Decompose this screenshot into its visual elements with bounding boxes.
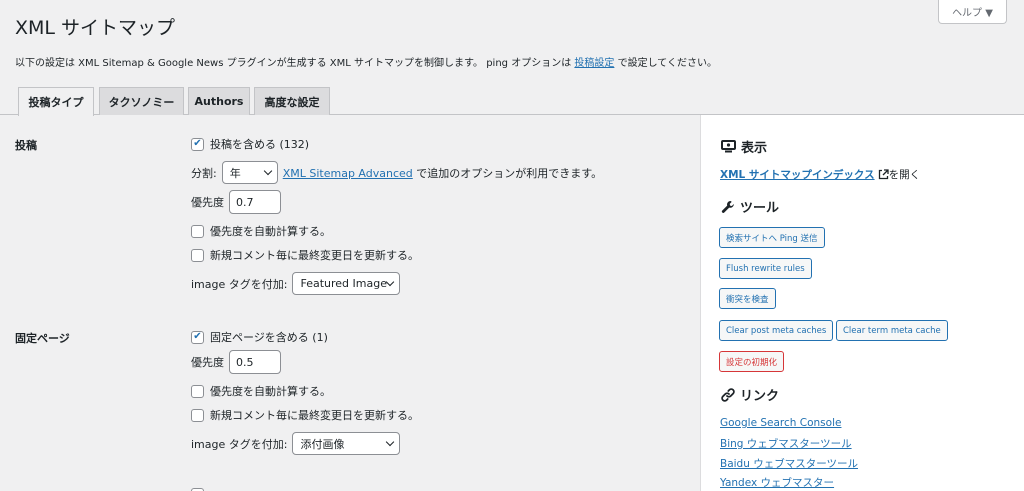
view-heading: 表示 (721, 137, 767, 156)
pages-auto-priority-row: 優先度を自動計算する。 (191, 383, 331, 399)
pages-image-tag-select[interactable]: 添付画像 (292, 432, 401, 455)
pages-include-checkbox[interactable]: ✔ (191, 330, 204, 344)
conflicts-button-label: 衝突を検査 (726, 294, 769, 305)
intro-text-after: で設定してください。 (614, 58, 717, 69)
pages-priority-input[interactable]: 0.5 (229, 350, 281, 374)
intro-text-before: 以下の設定は XML Sitemap & Google News プラグインが生… (15, 58, 575, 69)
posts-priority-row: 優先度 0.7 (191, 190, 281, 214)
pages-auto-priority-checkbox[interactable] (191, 384, 204, 398)
bing-webmaster-link[interactable]: Bing ウェブマスターツール (720, 436, 852, 451)
posts-auto-priority-row: 優先度を自動計算する。 (191, 223, 331, 239)
pages-comment-update-checkbox[interactable] (191, 408, 204, 422)
reset-settings-button[interactable]: 設定の初期化 (719, 351, 785, 372)
posts-image-tag-value: Featured Image (300, 277, 387, 290)
yandex-webmaster-link[interactable]: Yandex ウェブマスター (720, 475, 834, 490)
pages-priority-value: 0.5 (236, 355, 254, 369)
check-conflicts-button[interactable]: 衝突を検査 (719, 288, 776, 309)
pages-priority-label: 優先度 (191, 356, 224, 369)
external-link-icon (878, 169, 889, 180)
links-heading-label: リンク (740, 389, 780, 404)
posts-image-tag-row: image タグを付加: Featured Image (191, 272, 401, 295)
posts-include-label: 投稿を含める (132) (210, 138, 310, 151)
link-icon (721, 387, 735, 402)
pages-image-tag-value: 添付画像 (300, 437, 345, 451)
sitemap-index-link[interactable]: XML サイトマップインデックス (720, 167, 875, 182)
posts-section-label: 投稿 (15, 139, 37, 152)
posts-include-row: ✔ 投稿を含める (132) (191, 136, 309, 152)
display-icon (721, 140, 736, 153)
tab-post-types-label: 投稿タイプ (28, 96, 84, 109)
flush-rewrite-rules-button[interactable]: Flush rewrite rules (719, 258, 812, 279)
tab-advanced-label: 高度な設定 (264, 95, 320, 109)
tab-bar: 投稿タイプ タクソノミー Authors 高度な設定 (0, 87, 1024, 116)
sidebar: 表示 XML サイトマップインデックス を開く ツール 検索サイトへ Ping … (700, 115, 1024, 491)
sitemap-index-row: XML サイトマップインデックス を開く (720, 167, 920, 182)
pages-priority-row: 優先度 0.5 (191, 350, 281, 374)
posts-comment-update-row: 新規コメント毎に最終変更日を更新する。 (191, 247, 419, 263)
pages-comment-update-row: 新規コメント毎に最終変更日を更新する。 (191, 407, 419, 423)
ping-button-label: 検索サイトへ Ping 送信 (726, 233, 818, 244)
pages-comment-update-label: 新規コメント毎に最終変更日を更新する。 (210, 409, 419, 422)
tab-taxonomies[interactable]: タクソノミー (99, 87, 184, 115)
google-search-console-link[interactable]: Google Search Console (720, 417, 841, 429)
split-select[interactable]: 年 (221, 161, 278, 184)
split-label: 分割: (191, 166, 217, 180)
pages-auto-priority-label: 優先度を自動計算する。 (210, 385, 331, 398)
tools-heading: ツール (721, 197, 779, 216)
posts-include-checkbox[interactable]: ✔ (191, 137, 204, 151)
pages-include-label: 固定ページを含める (1) (210, 331, 328, 344)
posts-split-row: 分割: 年 XML Sitemap Advanced で追加のオプションが利用で… (191, 161, 602, 184)
posts-image-tag-select[interactable]: Featured Image (292, 272, 401, 295)
links-heading: リンク (721, 385, 779, 404)
tab-taxonomies-label: タクソノミー (108, 95, 175, 109)
chevron-down-icon (386, 437, 395, 446)
post-settings-link[interactable]: 投稿設定 (574, 58, 614, 69)
posts-image-tag-label: image タグを付加: (191, 277, 288, 291)
posts-priority-value: 0.7 (236, 195, 254, 209)
chevron-down-icon (263, 166, 272, 175)
wrench-icon (721, 200, 734, 213)
chevron-down-icon (386, 277, 395, 286)
pages-include-row: ✔ 固定ページを含める (1) (191, 329, 328, 345)
tab-authors-label: Authors (194, 95, 244, 108)
page-title: XML サイトマップ (15, 17, 176, 39)
posts-auto-priority-label: 優先度を自動計算する。 (210, 225, 331, 238)
sitemap-index-after: を開く (888, 169, 921, 181)
pages-section-label: 固定ページ (15, 332, 70, 345)
posts-auto-priority-checkbox[interactable] (191, 224, 204, 238)
reset-button-label: 設定の初期化 (726, 357, 778, 368)
help-button[interactable]: ヘルプ ▼ (938, 0, 1007, 24)
view-heading-label: 表示 (741, 141, 768, 156)
tab-authors[interactable]: Authors (188, 87, 250, 115)
tab-advanced[interactable]: 高度な設定 (254, 87, 330, 115)
baidu-webmaster-link[interactable]: Baidu ウェブマスターツール (720, 456, 858, 471)
help-label: ヘルプ ▼ (952, 8, 993, 19)
xml-sitemap-advanced-link[interactable]: XML Sitemap Advanced (283, 167, 413, 180)
posts-comment-update-label: 新規コメント毎に最終変更日を更新する。 (210, 249, 419, 262)
posts-comment-update-checkbox[interactable] (191, 248, 204, 262)
pages-image-tag-row: image タグを付加: 添付画像 (191, 432, 401, 455)
posts-priority-label: 優先度 (191, 196, 224, 209)
ping-search-engines-button[interactable]: 検索サイトへ Ping 送信 (719, 227, 825, 248)
split-value: 年 (229, 166, 241, 180)
intro-text: 以下の設定は XML Sitemap & Google News プラグインが生… (15, 54, 717, 69)
clear-term-button-label: Clear term meta cache (843, 325, 941, 336)
posts-priority-input[interactable]: 0.7 (229, 190, 281, 214)
clear-term-meta-button[interactable]: Clear term meta cache (836, 320, 948, 341)
tools-heading-label: ツール (740, 201, 780, 216)
flush-button-label: Flush rewrite rules (726, 263, 805, 274)
tab-post-types[interactable]: 投稿タイプ (18, 87, 94, 116)
advanced-options-text: で追加のオプションが利用できます。 (412, 166, 603, 180)
clear-post-meta-button[interactable]: Clear post meta caches (719, 320, 834, 341)
clear-post-button-label: Clear post meta caches (726, 325, 827, 336)
pages-image-tag-label: image タグを付加: (191, 437, 288, 451)
